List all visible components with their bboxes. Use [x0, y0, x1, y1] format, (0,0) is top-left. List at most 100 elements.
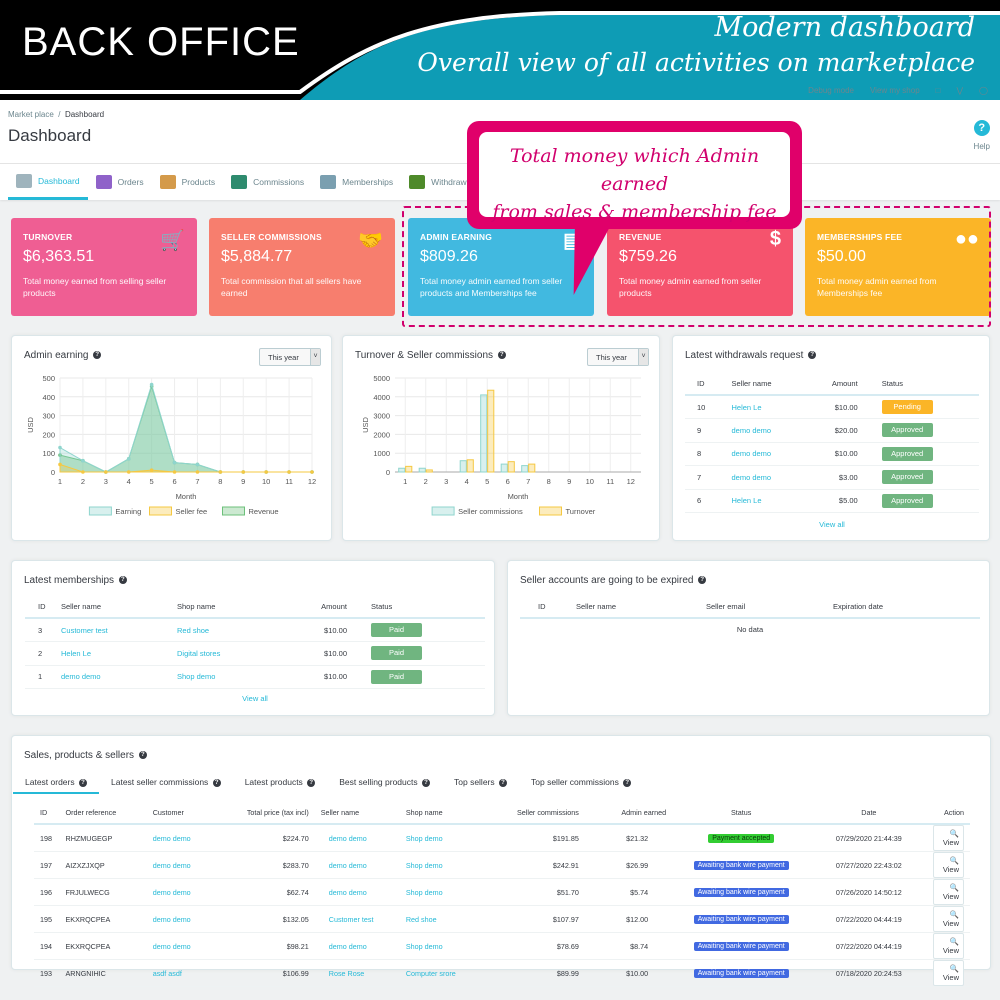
cart-notification-icon[interactable]: ⋁	[956, 86, 963, 95]
sales-tab[interactable]: Latest products ?	[233, 772, 328, 794]
panel-title: Latest withdrawals request ?	[685, 350, 817, 361]
customer-link[interactable]: asdf asdf	[153, 969, 182, 978]
panel-title: Latest memberships ?	[24, 575, 127, 586]
admin-earned: $21.32	[584, 824, 673, 852]
dashboard-icon	[16, 173, 32, 188]
seller-link[interactable]: demo demo	[329, 888, 367, 897]
col-header: Seller name	[570, 596, 700, 619]
tab-products[interactable]: Products	[152, 164, 224, 200]
row-amount: $3.00	[805, 465, 864, 490]
col-header: Admin earned	[584, 802, 673, 825]
view-order-button[interactable]: 🔍 View	[933, 825, 964, 851]
help-icon: ?	[138, 751, 147, 760]
shop-link[interactable]: Shop demo	[406, 834, 443, 843]
shop-link[interactable]: Digital stores	[177, 649, 220, 658]
breadcrumb-parent[interactable]: Market place	[8, 110, 54, 119]
status-badge: Paid	[371, 623, 422, 637]
breadcrumb-current: Dashboard	[64, 110, 105, 119]
view-all-withdrawals-link[interactable]: View all	[819, 520, 845, 529]
seller-link[interactable]: Helen Le	[732, 496, 762, 505]
seller-link[interactable]: demo demo	[329, 834, 367, 843]
shop-link[interactable]: Shop demo	[406, 888, 443, 897]
view-order-button[interactable]: 🔍 View	[933, 879, 964, 905]
debug-mode-link[interactable]: Debug mode	[808, 86, 854, 95]
shop-link[interactable]: Red shoe	[177, 626, 209, 635]
tab-orders[interactable]: Orders	[88, 164, 152, 200]
customer-link[interactable]: demo demo	[153, 888, 191, 897]
tab-label: Commissions	[253, 177, 305, 187]
help-button[interactable]: ? Help	[974, 120, 990, 151]
search-icon: 🔍	[949, 883, 959, 892]
data-point	[81, 470, 85, 474]
order-row: 197 AIZXZJXQP demo demo $283.70 demo dem…	[34, 851, 970, 879]
shop-link[interactable]: Computer srore	[406, 969, 456, 978]
profile-icon[interactable]: ◯	[979, 86, 988, 95]
seller-link[interactable]: demo demo	[61, 672, 101, 681]
total-price: $98.21	[227, 932, 315, 960]
panel-title: Sales, products & sellers ?	[24, 750, 147, 761]
col-header: Seller name	[314, 802, 400, 825]
tab-label: Memberships	[342, 177, 394, 187]
kpi-cards: 🛒 TURNOVER $6,363.51 Total money earned …	[11, 218, 991, 316]
admin-earning-chart: 01002003004005001 2 3 4 5 6 7 8 9 10 11 12MonthUSDE…	[26, 374, 316, 516]
order-status-badge: Awaiting bank wire payment	[693, 942, 789, 951]
sales-tab[interactable]: Best selling products ?	[327, 772, 442, 794]
sales-tab[interactable]: Latest seller commissions ?	[99, 772, 233, 794]
notifications-icon[interactable]: □	[936, 86, 941, 95]
bar-turnover	[487, 389, 495, 473]
shop-link[interactable]: Shop demo	[406, 861, 443, 870]
tab-dashboard[interactable]: Dashboard	[8, 164, 88, 200]
x-tick-label: 10	[262, 477, 270, 486]
view-order-button[interactable]: 🔍 View	[933, 960, 964, 986]
card-memberships-fee: ●● MEMBERSHIPS FEE $50.00 Total money ad…	[805, 218, 991, 316]
view-shop-link[interactable]: View my shop	[870, 86, 920, 95]
shop-link[interactable]: Shop demo	[406, 942, 443, 951]
seller-commission: $107.97	[497, 905, 585, 933]
customer-link[interactable]: demo demo	[153, 915, 191, 924]
seller-link[interactable]: demo demo	[732, 473, 772, 482]
box-icon	[159, 175, 176, 189]
sales-tab[interactable]: Top seller commissions ?	[519, 772, 643, 794]
sales-tab[interactable]: Top sellers ?	[442, 772, 519, 794]
view-order-button[interactable]: 🔍 View	[933, 906, 964, 932]
y-tick-label: 100	[42, 449, 55, 458]
col-header: ID	[25, 596, 55, 619]
x-tick-label: 2	[81, 477, 85, 486]
view-order-button[interactable]: 🔍 View	[933, 852, 964, 878]
customer-link[interactable]: demo demo	[153, 942, 191, 951]
area-revenue	[59, 384, 312, 473]
order-row: 195 EKXRQCPEA demo demo $132.05 Customer…	[34, 905, 970, 933]
sales-tab[interactable]: Latest orders ?	[13, 772, 99, 794]
panel-title-text: Latest withdrawals request	[685, 350, 804, 361]
shop-link[interactable]: Shop demo	[177, 672, 215, 681]
customer-link[interactable]: demo demo	[153, 834, 191, 843]
seller-link[interactable]: Rose Rose	[329, 969, 365, 978]
order-row: 196 FRJULWECG demo demo $62.74 demo demo…	[34, 878, 970, 906]
seller-link[interactable]: demo demo	[732, 449, 772, 458]
tab-commissions[interactable]: Commissions	[223, 164, 312, 200]
card-value: $759.26	[619, 248, 677, 265]
help-icon: ?	[623, 778, 632, 787]
order-date: 07/26/2020 14:50:12	[810, 878, 928, 906]
legend-swatch	[88, 506, 112, 516]
order-status-badge: Awaiting bank wire payment	[693, 888, 789, 897]
view-all-memberships-link[interactable]: View all	[242, 694, 268, 703]
view-order-button[interactable]: 🔍 View	[933, 933, 964, 959]
panel-title-text: Latest memberships	[24, 575, 115, 586]
seller-link[interactable]: demo demo	[329, 942, 367, 951]
seller-link[interactable]: demo demo	[732, 426, 772, 435]
customer-link[interactable]: demo demo	[153, 861, 191, 870]
seller-link[interactable]: Customer test	[61, 626, 108, 635]
shop-link[interactable]: Red shoe	[406, 915, 437, 924]
status-badge: Pending	[881, 400, 933, 414]
seller-link[interactable]: Helen Le	[732, 403, 762, 412]
seller-link[interactable]: Helen Le	[61, 649, 91, 658]
search-icon: 🔍	[949, 910, 959, 919]
seller-commission: $242.91	[497, 851, 585, 879]
seller-link[interactable]: Customer test	[329, 915, 374, 924]
row-amount: $10.00	[291, 641, 353, 666]
x-tick-label: 4	[465, 477, 469, 486]
tab-memberships[interactable]: Memberships	[312, 164, 401, 200]
seller-link[interactable]: demo demo	[329, 861, 367, 870]
y-tick-label: 4000	[373, 393, 390, 402]
